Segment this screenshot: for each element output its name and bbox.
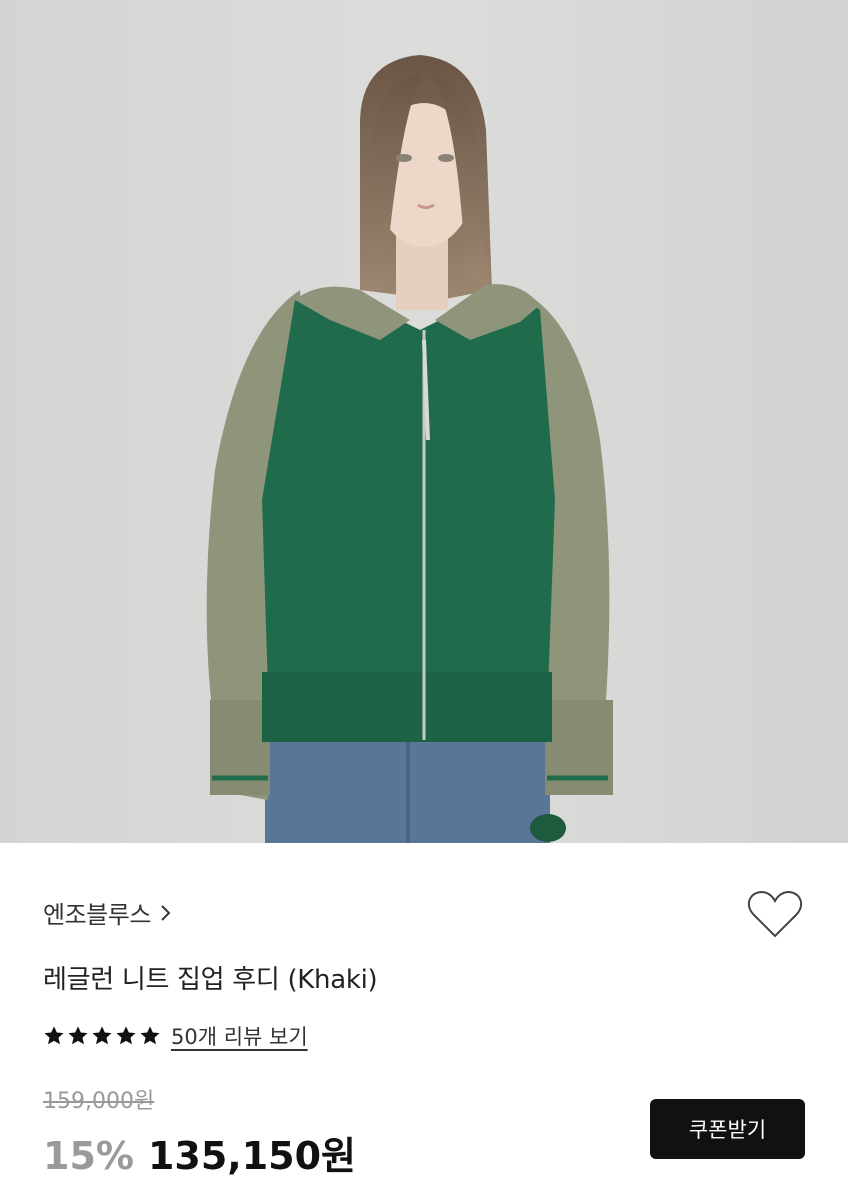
sale-price: 135,150원 <box>147 1134 357 1178</box>
rating-row: 50개 리뷰 보기 <box>43 1021 308 1051</box>
original-price: 159,000원 <box>43 1089 155 1114</box>
star-filled-icon <box>43 1025 65 1047</box>
price-row: 15% 135,150원 <box>43 1125 356 1180</box>
product-info-panel: 엔조블루스 레글런 니트 집업 후디 (Khaki) 50개 리뷰 보기 159… <box>0 843 848 1200</box>
star-filled-icon <box>67 1025 89 1047</box>
review-link[interactable]: 50개 리뷰 보기 <box>171 1021 308 1051</box>
brand-name[interactable]: 엔조블루스 <box>43 895 151 930</box>
star-filled-icon <box>139 1025 161 1047</box>
heart-outline-icon <box>747 890 803 938</box>
star-filled-icon <box>115 1025 137 1047</box>
star-filled-icon <box>91 1025 113 1047</box>
chevron-right-icon <box>159 903 173 923</box>
product-photo <box>0 0 848 843</box>
rating-stars <box>43 1025 161 1047</box>
product-image[interactable] <box>0 0 848 843</box>
coupon-button[interactable]: 쿠폰받기 <box>650 1099 805 1159</box>
brand-link[interactable]: 엔조블루스 <box>43 895 173 930</box>
wishlist-button[interactable] <box>747 890 803 940</box>
product-title: 레글런 니트 집업 후디 (Khaki) <box>43 965 378 995</box>
discount-rate: 15% <box>43 1134 134 1178</box>
